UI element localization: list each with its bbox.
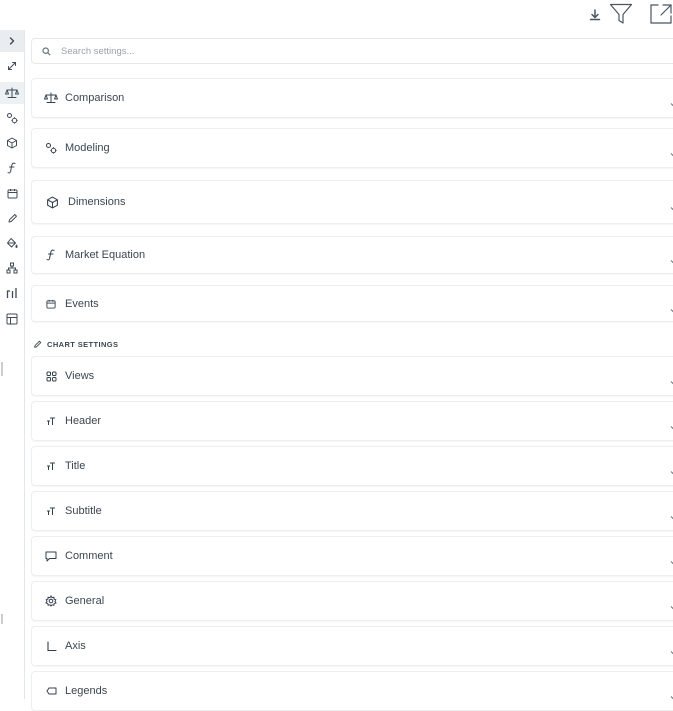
text-size-icon	[43, 413, 59, 429]
text-size-icon	[43, 503, 59, 519]
panel-axis[interactable]: Axis	[31, 626, 673, 666]
section-title-text: CHART SETTINGS	[47, 339, 119, 349]
bars-icon[interactable]	[0, 282, 24, 304]
scroll-indicator	[1, 362, 3, 376]
axis-icon	[43, 638, 59, 654]
gear-icon	[43, 593, 59, 609]
gears-icon[interactable]	[0, 107, 24, 129]
panel-dimensions[interactable]: Dimensions	[31, 180, 673, 224]
panel-comment[interactable]: Comment	[31, 536, 673, 576]
pencil-icon	[34, 340, 42, 348]
hierarchy-icon[interactable]	[0, 257, 24, 279]
search-box	[31, 38, 673, 64]
panel-label: Events	[65, 297, 99, 310]
search-icon	[42, 46, 51, 56]
grid-icon	[43, 368, 59, 384]
scale-icon	[43, 90, 59, 106]
panel-general[interactable]: General	[31, 581, 673, 621]
calendar-icon[interactable]	[0, 182, 24, 204]
function-icon[interactable]	[0, 157, 24, 179]
panel-modeling[interactable]: Modeling	[31, 128, 673, 168]
panel-label: Modeling	[65, 142, 110, 154]
panel-title[interactable]: Title	[31, 446, 673, 486]
panel-header[interactable]: Header	[31, 401, 673, 441]
table-icon[interactable]	[0, 308, 24, 330]
comment-icon	[43, 548, 59, 564]
panel-views[interactable]: Views	[31, 356, 673, 396]
panel-events[interactable]: Events	[31, 285, 673, 322]
panel-label: Title	[65, 460, 86, 472]
scale-icon[interactable]	[0, 82, 24, 104]
sidebar-rail	[0, 30, 25, 699]
panel-label: Views	[65, 370, 95, 382]
panel-label: General	[65, 595, 105, 607]
panel-label: Dimensions	[68, 196, 126, 208]
search-input[interactable]	[59, 44, 623, 58]
panel-legends[interactable]: Legends	[31, 671, 673, 711]
calendar-icon	[43, 296, 59, 312]
filter-icon[interactable]	[608, 2, 634, 26]
download-icon[interactable]	[588, 2, 602, 26]
panel-label: Market Equation	[65, 249, 146, 261]
function-icon	[43, 247, 59, 263]
panel-subtitle[interactable]: Subtitle	[31, 491, 673, 531]
panel-comparison[interactable]: Comparison	[31, 78, 673, 118]
gears-icon	[43, 140, 59, 156]
legend-icon	[43, 683, 59, 699]
panel-label: Axis	[65, 640, 86, 652]
cube-icon[interactable]	[0, 132, 24, 154]
chevron-right-icon[interactable]	[0, 30, 24, 52]
scroll-indicator	[1, 614, 3, 624]
section-title-chart-settings: CHART SETTINGS	[33, 338, 118, 350]
cube-icon	[44, 194, 60, 210]
top-toolbar	[0, 0, 673, 30]
panel-label: Header	[65, 415, 102, 427]
panel-label: Comment	[65, 550, 113, 562]
text-size-icon	[43, 458, 59, 474]
pencil-icon[interactable]	[0, 207, 24, 229]
expand-icon[interactable]	[0, 55, 24, 77]
fullscreen-icon[interactable]	[648, 2, 673, 26]
panel-label: Subtitle	[65, 505, 102, 517]
panel-label: Comparison	[65, 92, 125, 104]
panel-label: Legends	[65, 685, 108, 697]
panel-market-equation[interactable]: Market Equation	[31, 236, 673, 274]
paint-bucket-icon[interactable]	[0, 232, 24, 254]
